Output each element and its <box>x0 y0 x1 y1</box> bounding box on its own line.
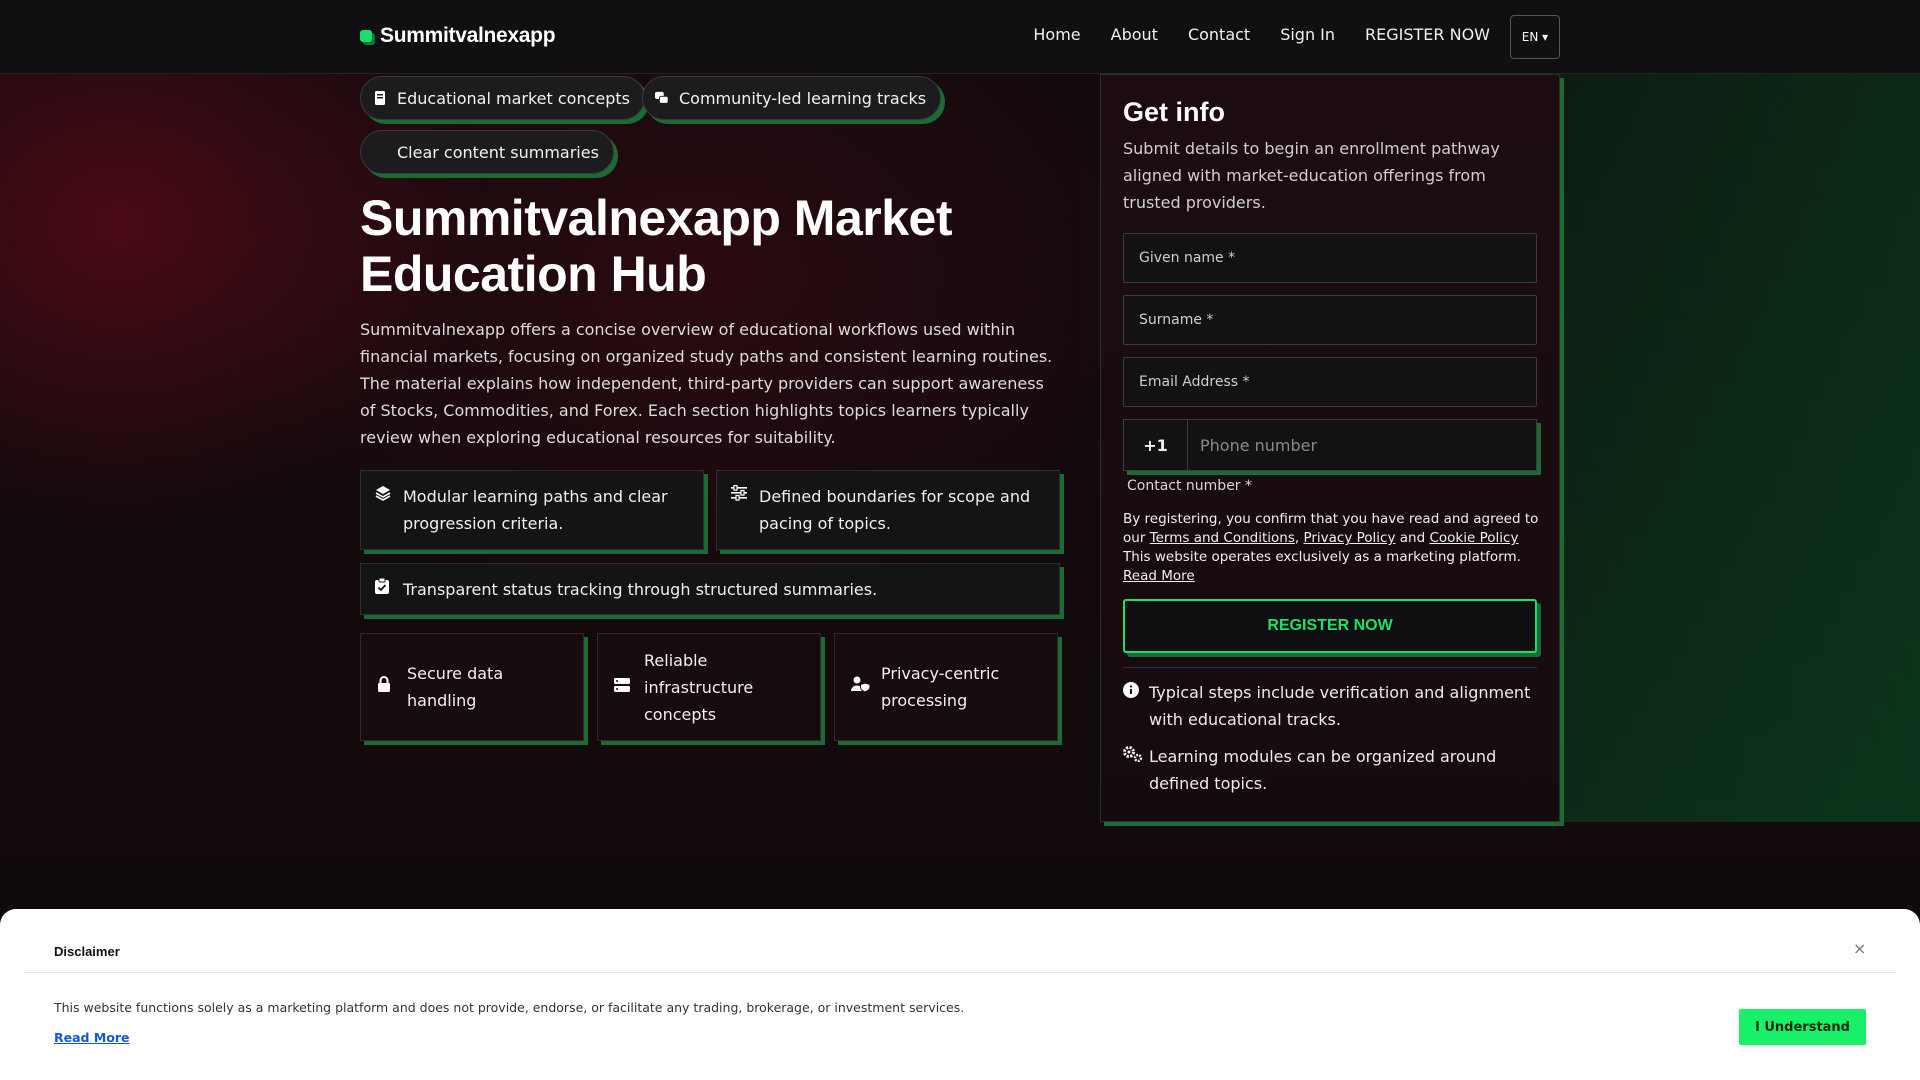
phone-field-group: +1 Phone number <box>1123 419 1537 471</box>
divider <box>1123 667 1537 668</box>
consent-suffix: This website operates exclusively as a m… <box>1123 549 1521 565</box>
surname-field[interactable]: Surname * <box>1123 295 1537 345</box>
email-field[interactable]: Email Address * <box>1123 357 1537 407</box>
mini-card-secure-data: Secure data handling <box>360 633 584 741</box>
consent-text: By registering, you confirm that you hav… <box>1123 511 1539 584</box>
lock-icon <box>377 674 395 701</box>
disclaimer-banner: Disclaimer × This website functions sole… <box>0 909 1920 1080</box>
feature-text: Modular learning paths and clear progres… <box>403 487 668 533</box>
top-header: Summitvalnexapp Home About Contact Sign … <box>0 0 1920 74</box>
nav-register-link[interactable]: REGISTER NOW <box>1365 25 1490 44</box>
feature-text: Defined boundaries for scope and pacing … <box>759 487 1031 533</box>
main-nav: Home About Contact Sign In REGISTER NOW <box>1033 25 1490 44</box>
disclaimer-text: This website functions solely as a marke… <box>54 1000 965 1015</box>
form-title: Get info <box>1123 97 1225 127</box>
hero-title: Summitvalnexapp Market Education Hub <box>360 190 952 302</box>
hero-description: Summitvalnexapp offers a concise overvie… <box>360 320 1053 447</box>
feature-card-boundaries: Defined boundaries for scope and pacing … <box>716 470 1060 550</box>
mini-card-privacy: Privacy-centric processing <box>834 633 1058 741</box>
disclaimer-read-more-link[interactable]: Read More <box>54 1030 130 1045</box>
given-name-field[interactable]: Given name * <box>1123 233 1537 283</box>
understand-button[interactable]: I Understand <box>1739 1009 1866 1045</box>
nav-contact-link[interactable]: Contact <box>1188 25 1250 44</box>
language-selector[interactable]: EN ▾ <box>1510 15 1560 59</box>
chip-label: Community-led learning tracks <box>679 88 927 108</box>
brand-logo[interactable]: Summitvalnexapp <box>360 24 556 48</box>
registration-panel: Get info Submit details to begin an enro… <box>1100 74 1560 822</box>
chip-label: Educational market concepts <box>397 88 630 108</box>
chip-label: Clear content summaries <box>397 142 599 162</box>
close-icon[interactable]: × <box>1853 939 1866 958</box>
terms-link[interactable]: Terms and Conditions <box>1150 530 1295 546</box>
book-icon <box>373 91 387 105</box>
feature-card-modular: Modular learning paths and clear progres… <box>360 470 704 550</box>
consent-read-more-link[interactable]: Read More <box>1123 568 1195 584</box>
cogs-icon <box>1123 743 1143 797</box>
mini-card-text: Privacy-centric processing <box>881 664 1000 710</box>
form-subtitle: Submit details to begin an enrollment pa… <box>1123 139 1500 212</box>
background-green-glow <box>1560 74 1920 822</box>
consent-and: and <box>1399 530 1426 546</box>
country-code-selector[interactable]: +1 <box>1124 420 1188 470</box>
register-submit-button[interactable]: REGISTER NOW <box>1123 599 1537 653</box>
phone-input[interactable]: Phone number <box>1188 420 1536 470</box>
chip-content-summaries: Clear content summaries <box>360 130 614 174</box>
nav-about-link[interactable]: About <box>1111 25 1158 44</box>
divider <box>24 972 1896 973</box>
chip-educational-concepts: Educational market concepts <box>360 76 645 120</box>
mini-card-infrastructure: Reliable infrastructure concepts <box>597 633 821 741</box>
info-icon <box>1123 679 1139 733</box>
summary-icon <box>373 145 387 159</box>
note-text: Learning modules can be organized around… <box>1149 747 1497 793</box>
logo-mark-icon <box>360 30 372 42</box>
user-shield-icon <box>851 674 871 701</box>
sliders-icon <box>731 483 747 537</box>
layers-icon <box>375 483 391 537</box>
chip-community-tracks: Community-led learning tracks <box>642 76 942 120</box>
note-verification: Typical steps include verification and a… <box>1123 679 1543 733</box>
nav-sign-in-link[interactable]: Sign In <box>1280 25 1335 44</box>
phone-label: Contact number * <box>1127 478 1253 494</box>
note-text: Typical steps include verification and a… <box>1149 683 1531 729</box>
brand-name: Summitvalnexapp <box>380 24 556 47</box>
privacy-link[interactable]: Privacy Policy <box>1303 530 1395 546</box>
feature-text: Transparent status tracking through stru… <box>403 580 878 599</box>
feature-card-status: Transparent status tracking through stru… <box>360 563 1060 615</box>
disclaimer-title: Disclaimer <box>54 944 120 959</box>
cookie-policy-link[interactable]: Cookie Policy <box>1429 530 1518 546</box>
chat-icon <box>655 91 669 105</box>
server-icon <box>614 674 632 701</box>
nav-home-link[interactable]: Home <box>1033 25 1080 44</box>
note-modules: Learning modules can be organized around… <box>1123 743 1543 797</box>
clipboard-check-icon <box>375 576 391 602</box>
mini-card-text: Reliable infrastructure concepts <box>644 650 754 724</box>
mini-card-text: Secure data handling <box>407 664 504 710</box>
